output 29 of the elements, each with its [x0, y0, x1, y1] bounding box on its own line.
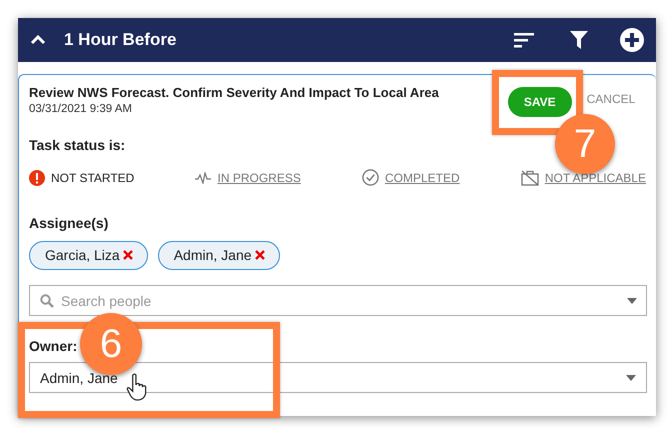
hand-cursor-icon [126, 373, 148, 401]
task-title: Review NWS Forecast. Confirm Severity And Impact To Local Area [29, 85, 439, 100]
add-icon[interactable] [620, 28, 644, 52]
assignees-label: Assignee(s) [29, 215, 110, 231]
owner-label: Owner: [29, 338, 78, 354]
section-title: 1 Hour Before [64, 30, 176, 50]
sort-icon[interactable] [514, 32, 534, 48]
assignee-name: Admin, Jane [174, 247, 252, 263]
status-label: Task status is: [29, 137, 126, 153]
status-option[interactable]: COMPLETED [362, 169, 460, 186]
briefcase-slash-icon [520, 170, 539, 186]
cancel-button[interactable]: CANCEL [586, 92, 636, 106]
remove-icon[interactable] [122, 250, 133, 260]
pulse-icon [195, 172, 212, 184]
save-button[interactable]: SAVE [508, 87, 572, 117]
task-timestamp: 03/31/2021 9:39 AM [29, 103, 133, 115]
caret-icon [626, 374, 636, 380]
owner-dropdown[interactable]: Admin, Jane [29, 362, 647, 393]
filter-icon[interactable] [570, 31, 588, 49]
collapse-chevron-icon[interactable] [30, 35, 46, 45]
check-circle-icon [362, 169, 379, 186]
search-icon [40, 294, 54, 308]
status-option[interactable]: IN PROGRESS [195, 169, 301, 186]
status-option[interactable]: NOT STARTED [29, 169, 134, 186]
remove-icon[interactable] [254, 250, 265, 260]
people-search-field[interactable]: Search people [29, 285, 647, 316]
alert-icon [29, 170, 45, 186]
assignee-name: Garcia, Liza [45, 247, 120, 263]
caret-icon [627, 298, 637, 304]
